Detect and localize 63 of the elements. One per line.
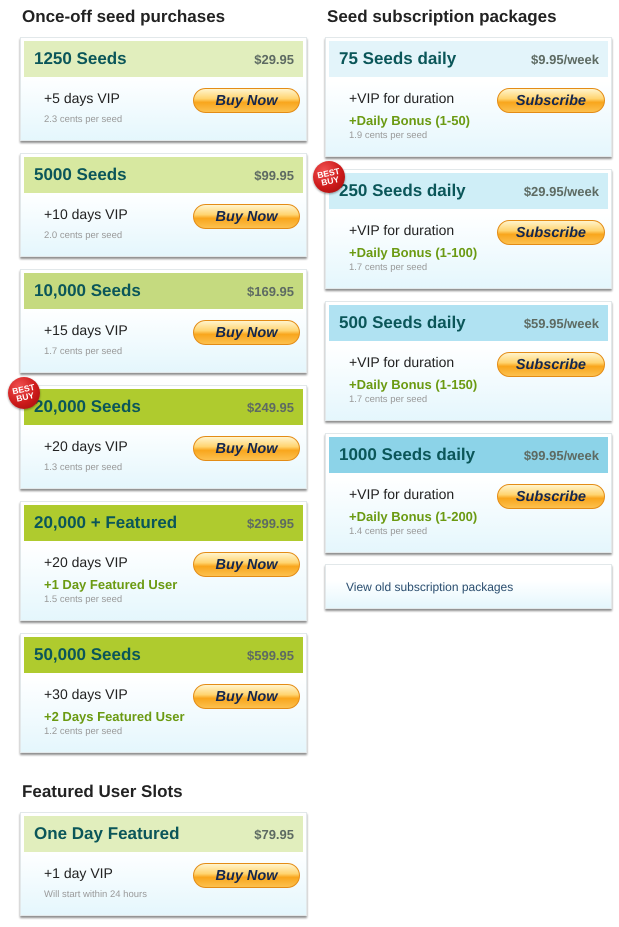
- package-price: $99.95: [254, 168, 294, 182]
- purchase-button[interactable]: Subscribe: [496, 220, 605, 245]
- price-per-seed-text: 1.3 cents per seed: [44, 462, 122, 474]
- purchase-button[interactable]: Subscribe: [496, 88, 605, 113]
- package-name: 50,000 Seeds: [34, 645, 141, 665]
- package-name: 10,000 Seeds: [34, 281, 141, 301]
- section-heading: Once-off seed purchases: [22, 6, 226, 28]
- bonus-text: +Daily Bonus (1-150): [349, 377, 478, 393]
- perk-text: +10 days VIP: [44, 205, 128, 223]
- price-per-seed-text: 1.7 cents per seed: [349, 262, 428, 274]
- purchase-button[interactable]: Buy Now: [193, 863, 300, 888]
- perk-text: +5 days VIP: [44, 89, 120, 107]
- purchase-button[interactable]: Subscribe: [496, 352, 605, 377]
- price-per-seed-text: 2.3 cents per seed: [44, 114, 122, 126]
- package-name: 1250 Seeds: [34, 49, 127, 69]
- package-name: 500 Seeds daily: [339, 313, 466, 333]
- perk-text: +VIP for duration: [349, 353, 454, 371]
- old-packages-link[interactable]: View old subscription packages: [346, 580, 514, 594]
- purchase-button[interactable]: Buy Now: [193, 88, 300, 113]
- price-per-seed-text: 1.7 cents per seed: [44, 346, 122, 358]
- bonus-text: +Daily Bonus (1-200): [349, 509, 478, 525]
- purchase-button[interactable]: Buy Now: [193, 552, 300, 577]
- purchase-button[interactable]: Subscribe: [496, 484, 605, 509]
- package-price: $169.95: [247, 284, 294, 298]
- package-name: 20,000 + Featured: [34, 513, 178, 533]
- perk-text: +20 days VIP: [44, 437, 128, 455]
- bonus-text: +1 Day Featured User: [44, 577, 178, 593]
- package-price: $99.95/week: [524, 448, 599, 462]
- perk-text: +VIP for duration: [349, 221, 454, 239]
- price-per-seed-text: 1.4 cents per seed: [349, 526, 428, 538]
- price-per-seed-text: 1.7 cents per seed: [349, 394, 428, 406]
- bonus-text: +Daily Bonus (1-100): [349, 245, 478, 261]
- price-per-seed-text: Will start within 24 hours: [44, 889, 147, 901]
- bonus-text: +Daily Bonus (1-50): [349, 113, 470, 129]
- perk-text: +20 days VIP: [44, 553, 128, 571]
- perk-text: +30 days VIP: [44, 685, 128, 703]
- purchase-button[interactable]: Buy Now: [193, 684, 300, 709]
- perk-text: +VIP for duration: [349, 485, 454, 503]
- price-per-seed-text: 1.9 cents per seed: [349, 130, 428, 142]
- package-name: 5000 Seeds: [34, 165, 127, 185]
- package-price: $29.95: [254, 52, 294, 66]
- perk-text: +15 days VIP: [44, 321, 128, 339]
- perk-text: +VIP for duration: [349, 89, 454, 107]
- package-price: $29.95/week: [524, 184, 599, 198]
- perk-text: +1 day VIP: [44, 864, 113, 882]
- package-name: One Day Featured: [34, 824, 180, 844]
- purchase-button[interactable]: Buy Now: [193, 320, 300, 345]
- package-price: $59.95/week: [524, 316, 599, 330]
- price-per-seed-text: 2.0 cents per seed: [44, 230, 122, 242]
- package-price: $249.95: [247, 400, 294, 414]
- package-price: $299.95: [247, 516, 294, 530]
- price-per-seed-text: 1.5 cents per seed: [44, 594, 122, 606]
- section-heading: Seed subscription packages: [327, 6, 557, 28]
- price-per-seed-text: 1.2 cents per seed: [44, 726, 122, 738]
- package-price: $79.95: [254, 826, 294, 842]
- bonus-text: +2 Days Featured User: [44, 709, 185, 725]
- package-name: 1000 Seeds daily: [339, 445, 476, 465]
- purchase-button[interactable]: Buy Now: [193, 204, 300, 229]
- package-name: 75 Seeds daily: [339, 49, 456, 69]
- purchase-button[interactable]: Buy Now: [193, 436, 300, 461]
- package-price: $9.95/week: [531, 52, 599, 66]
- section-heading: Featured User Slots: [22, 781, 183, 803]
- package-price: $599.95: [247, 648, 294, 662]
